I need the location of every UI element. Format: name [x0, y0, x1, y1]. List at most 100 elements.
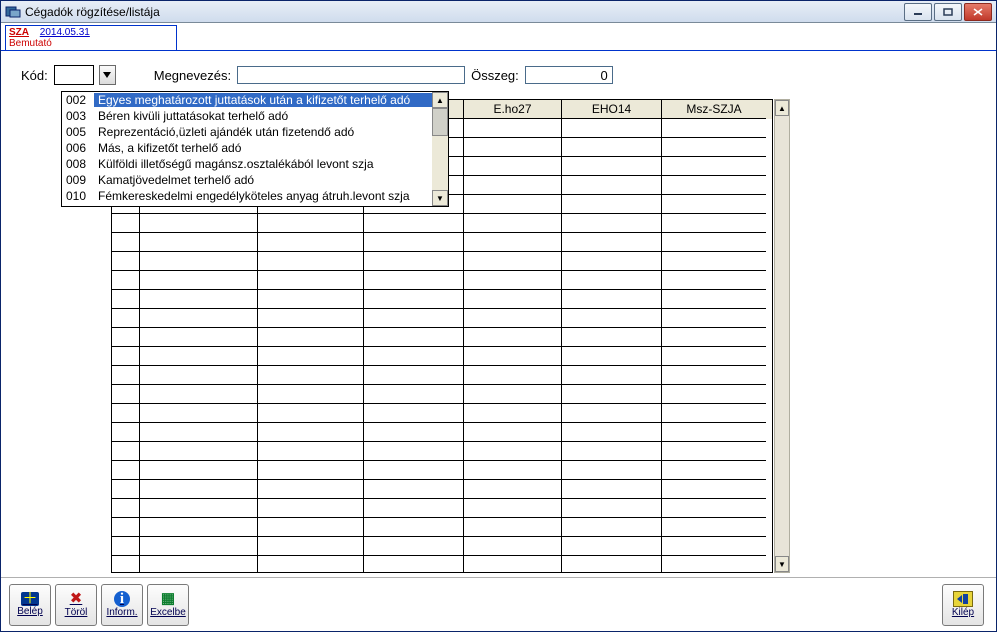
grid-cell	[258, 385, 364, 404]
grid-cell	[562, 214, 662, 233]
table-row[interactable]	[112, 290, 772, 309]
grid-cell	[562, 404, 662, 423]
table-row[interactable]	[112, 499, 772, 518]
kod-input[interactable]	[54, 65, 94, 85]
grid-cell	[258, 518, 364, 537]
grid-cell	[464, 461, 562, 480]
dropdown-scrollbar[interactable]: ▲ ▼	[432, 92, 448, 206]
excelbe-button[interactable]: ▦ Excelbe	[147, 584, 189, 626]
table-row[interactable]	[112, 252, 772, 271]
grid-cell	[140, 461, 258, 480]
grid-cell	[112, 309, 140, 328]
window-buttons	[904, 3, 992, 21]
plus-icon: ＋	[21, 592, 39, 606]
grid-cell	[662, 404, 766, 423]
grid-cell	[364, 404, 464, 423]
dropdown-item[interactable]: 009Kamatjövedelmet terhelő adó	[62, 172, 448, 188]
grid-cell	[662, 442, 766, 461]
bemutato-label: Bemutató	[9, 38, 173, 49]
dropdown-item-label: Külföldi illetőségű magánsz.osztalékából…	[94, 157, 432, 171]
close-button[interactable]	[964, 3, 992, 21]
grid-cell	[364, 556, 464, 573]
table-row[interactable]	[112, 480, 772, 499]
grid-cell	[662, 366, 766, 385]
grid-cell	[562, 119, 662, 138]
grid-cell	[662, 480, 766, 499]
kod-dropdown-list[interactable]: 002Egyes meghatározott juttatások után a…	[61, 91, 449, 207]
dropdown-item[interactable]: 002Egyes meghatározott juttatások után a…	[62, 92, 448, 108]
scroll-thumb[interactable]	[432, 108, 448, 136]
grid-cell	[112, 233, 140, 252]
grid-scrollbar[interactable]: ▲ ▼	[774, 99, 790, 573]
minimize-button[interactable]	[904, 3, 932, 21]
grid-cell	[364, 518, 464, 537]
scroll-up-icon[interactable]: ▲	[432, 92, 448, 108]
grid-cell	[562, 309, 662, 328]
grid-cell	[662, 461, 766, 480]
scroll-down-icon[interactable]: ▼	[775, 556, 789, 572]
table-row[interactable]	[112, 385, 772, 404]
dropdown-item[interactable]: 006Más, a kifizetőt terhelő adó	[62, 140, 448, 156]
table-row[interactable]	[112, 461, 772, 480]
sza-label: SZA	[9, 27, 29, 38]
table-row[interactable]	[112, 366, 772, 385]
grid-cell	[112, 442, 140, 461]
table-row[interactable]	[112, 518, 772, 537]
grid-cell	[364, 290, 464, 309]
grid-cell	[464, 119, 562, 138]
grid-cell	[112, 404, 140, 423]
table-row[interactable]	[112, 423, 772, 442]
sza-box: SZA 2014.05.31 Bemutató	[5, 25, 177, 51]
belep-button[interactable]: ＋ Belép	[9, 584, 51, 626]
grid-cell	[364, 214, 464, 233]
dropdown-item-label: Egyes meghatározott juttatások után a ki…	[94, 93, 432, 107]
dropdown-item[interactable]: 003Béren kivüli juttatásokat terhelő adó	[62, 108, 448, 124]
scroll-up-icon[interactable]: ▲	[775, 100, 789, 116]
grid-cell	[258, 328, 364, 347]
table-row[interactable]	[112, 328, 772, 347]
grid-cell	[364, 442, 464, 461]
table-row[interactable]	[112, 442, 772, 461]
osszeg-input[interactable]	[525, 66, 613, 84]
kod-dropdown-button[interactable]	[99, 65, 116, 85]
grid-cell	[662, 157, 766, 176]
table-row[interactable]	[112, 556, 772, 573]
grid-cell	[140, 366, 258, 385]
grid-cell	[112, 366, 140, 385]
megnevezes-input[interactable]	[237, 66, 465, 84]
grid-cell	[140, 423, 258, 442]
table-row[interactable]	[112, 347, 772, 366]
kilep-button[interactable]: Kilép	[942, 584, 984, 626]
table-row[interactable]	[112, 404, 772, 423]
table-row[interactable]	[112, 214, 772, 233]
grid-cell	[258, 537, 364, 556]
titlebar: Cégadók rögzítése/listája	[1, 1, 996, 23]
scroll-down-icon[interactable]: ▼	[432, 190, 448, 206]
grid-cell	[140, 252, 258, 271]
inform-button[interactable]: i Inform.	[101, 584, 143, 626]
grid-cell	[464, 423, 562, 442]
grid-cell	[140, 271, 258, 290]
maximize-button[interactable]	[934, 3, 962, 21]
table-row[interactable]	[112, 537, 772, 556]
dropdown-item[interactable]: 005Reprezentáció,üzleti ajándék után fiz…	[62, 124, 448, 140]
grid-cell	[258, 404, 364, 423]
grid-cell	[364, 461, 464, 480]
grid-cell	[662, 328, 766, 347]
form-row: Kód: Megnevezés: Összeg:	[1, 51, 996, 93]
grid-header-cell: E.ho27	[464, 100, 562, 119]
grid-cell	[258, 309, 364, 328]
dropdown-item[interactable]: 010Fémkereskedelmi engedélyköteles anyag…	[62, 188, 448, 204]
grid-cell	[112, 461, 140, 480]
dropdown-item[interactable]: 008Külföldi illetőségű magánsz.osztaléká…	[62, 156, 448, 172]
grid-cell	[140, 328, 258, 347]
grid-cell	[662, 271, 766, 290]
table-row[interactable]	[112, 309, 772, 328]
table-row[interactable]	[112, 271, 772, 290]
grid-cell	[464, 157, 562, 176]
window-title: Cégadók rögzítése/listája	[25, 5, 904, 19]
table-row[interactable]	[112, 233, 772, 252]
dropdown-item-code: 008	[62, 157, 94, 171]
grid-cell	[364, 366, 464, 385]
torol-button[interactable]: ✖ Töröl	[55, 584, 97, 626]
